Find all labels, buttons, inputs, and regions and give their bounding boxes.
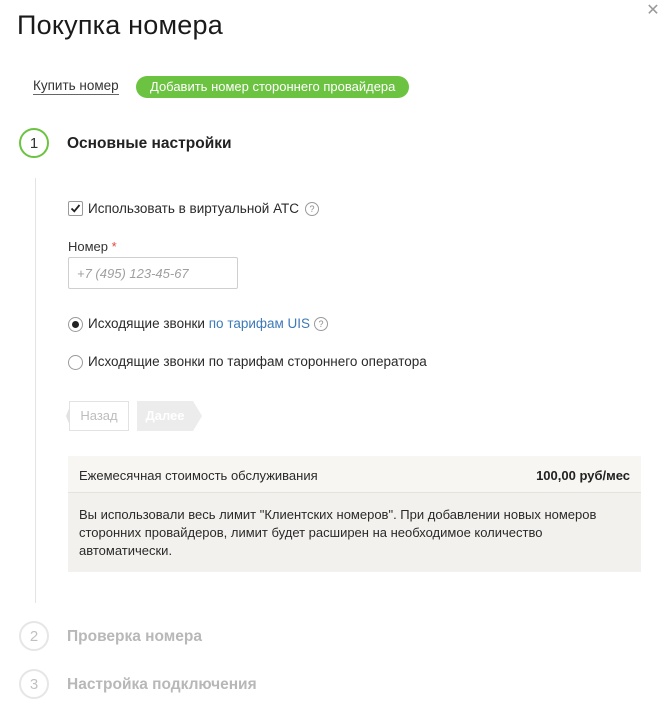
radio-selected-dot [72, 321, 79, 328]
dialog-title: Покупка номера [17, 10, 223, 40]
phone-number-input[interactable] [68, 257, 238, 289]
required-asterisk: * [111, 239, 117, 254]
next-button-arrow [193, 401, 202, 431]
radio-calls-third-party[interactable] [68, 355, 83, 370]
calls-uis-prefix: Исходящие звонки [88, 316, 205, 331]
checkmark-icon [70, 204, 81, 213]
step-1-circle: 1 [19, 128, 49, 158]
tab-add-third-party-number[interactable]: Добавить номер стороннего провайдера [136, 76, 410, 98]
step-1-title: Основные настройки [67, 135, 232, 152]
step-2-circle: 2 [19, 621, 49, 651]
back-button[interactable]: Назад [69, 401, 129, 431]
radio-calls-third-party-label: Исходящие звонки по тарифам стороннего о… [88, 354, 427, 369]
step-3-circle: 3 [19, 669, 49, 699]
limit-notice: Вы использовали весь лимит "Клиентских н… [79, 507, 597, 558]
question-icon[interactable]: ? [305, 202, 319, 216]
cost-panel: Ежемесячная стоимость обслуживания 100,0… [68, 456, 641, 572]
step-3-title: Настройка подключения [67, 676, 257, 693]
cost-row: Ежемесячная стоимость обслуживания 100,0… [68, 456, 641, 493]
radio-calls-uis[interactable] [68, 317, 83, 332]
step-connector-line [35, 178, 36, 603]
step-2-title: Проверка номера [67, 628, 202, 645]
use-in-pbx-checkbox[interactable] [68, 201, 83, 216]
cost-label: Ежемесячная стоимость обслуживания [79, 468, 318, 483]
next-button[interactable]: Далее [137, 401, 193, 431]
close-icon[interactable]: ✕ [646, 3, 660, 19]
uis-tariffs-link[interactable]: по тарифам UIS [209, 316, 310, 331]
tab-buy-number[interactable]: Купить номер [33, 78, 119, 95]
number-field-label: Номер * [68, 239, 117, 254]
question-icon[interactable]: ? [314, 317, 328, 331]
cost-value: 100,00 руб/мес [536, 468, 630, 483]
use-in-pbx-label: Использовать в виртуальной АТС [88, 201, 300, 216]
radio-calls-uis-label: Исходящие звонки по тарифам UIS [88, 316, 310, 331]
number-label-text: Номер [68, 239, 109, 254]
